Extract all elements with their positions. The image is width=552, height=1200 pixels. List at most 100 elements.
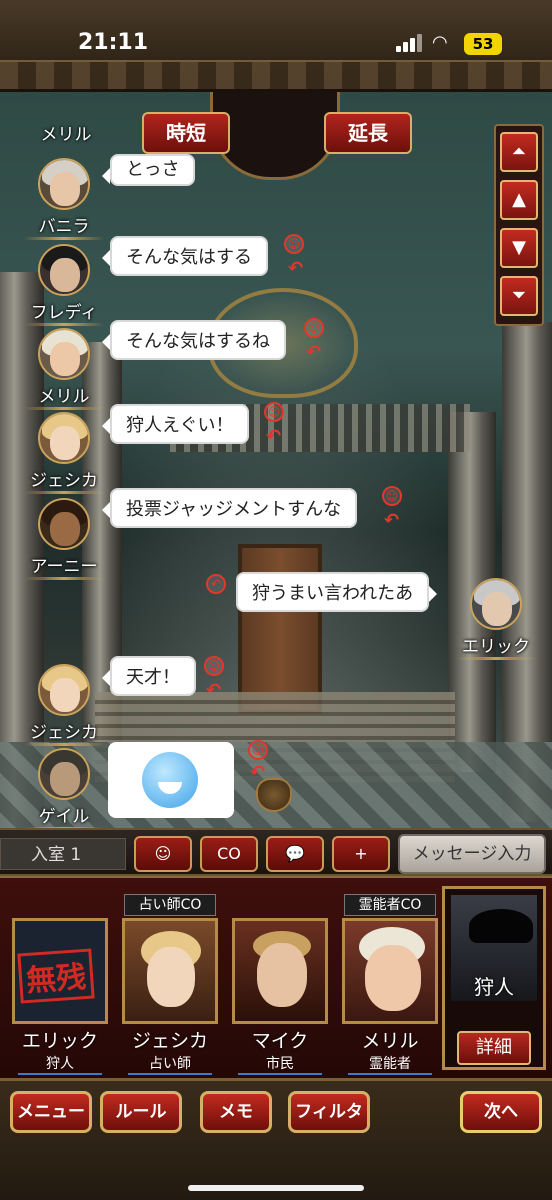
player-card[interactable]: - 無残 エリック 狩人 (8, 894, 112, 1075)
chat-speaker[interactable]: バニラ (16, 158, 112, 240)
reaction-icon[interactable]: ☺ (382, 486, 402, 506)
co-button[interactable]: CO (200, 836, 258, 872)
chat-bubble: 投票ジャッジメントすんな (101, 488, 358, 528)
scroll-bottom-icon[interactable]: ⏷ (500, 276, 538, 316)
avatar (470, 578, 522, 630)
avatar (38, 328, 90, 380)
chat-speaker[interactable]: アーニー (16, 498, 112, 580)
player-name: エリック (21, 1030, 98, 1052)
smiling-face-stamp-icon (142, 752, 198, 808)
self-role: 狩人 (474, 975, 514, 999)
speaker-name: フレディ (30, 303, 98, 323)
add-message-icon: + (354, 844, 368, 863)
chat-speaker[interactable]: ジェシカ (16, 664, 112, 746)
player-portrait (122, 918, 218, 1024)
speech-button[interactable]: 💬 (266, 836, 324, 872)
memo-button[interactable]: メモ (200, 1091, 272, 1133)
scroll-top-icon[interactable]: ⏶ (500, 132, 538, 172)
player-portrait (342, 918, 438, 1024)
add-message-button[interactable]: + (332, 836, 390, 872)
top-ornament (0, 60, 552, 92)
speaker-name: ジェシカ (30, 723, 98, 743)
reply-icon[interactable]: ↶ (384, 510, 399, 531)
co-tag: 占い師CO (124, 894, 216, 916)
stamp-bubble (108, 742, 234, 818)
reaction-icon[interactable]: ↶ (206, 574, 226, 594)
player-card[interactable]: 占い師CO ジェシカ 占い師 (118, 894, 222, 1075)
status-bar: 21:11 ◠ 53 (0, 0, 552, 92)
speaker-name: バニラ (38, 217, 90, 237)
player-portrait (232, 918, 328, 1024)
home-indicator[interactable] (188, 1185, 364, 1191)
speaker-name: ジェシカ (30, 471, 98, 491)
reply-icon[interactable]: ↶ (288, 258, 303, 279)
player-portrait: 無残 (12, 918, 108, 1024)
avatar (38, 498, 90, 550)
player-name: ジェシカ (131, 1030, 208, 1052)
avatar (38, 244, 90, 296)
room-count: 入室 1 (0, 838, 126, 870)
reaction-icon[interactable]: ☺ (204, 656, 224, 676)
speaker-name: エリック (462, 637, 530, 657)
chat-bubble: そんな気はする (102, 236, 268, 276)
avatar (38, 412, 90, 464)
chat-speaker[interactable]: ジェシカ (16, 412, 112, 494)
shorten-button[interactable]: 時短 (142, 112, 230, 154)
chat-bubble: 天才！ (102, 656, 196, 696)
chat-bubble: 狩うまい言われたあ (236, 572, 438, 612)
battery-badge: 53 (464, 33, 502, 55)
chat-speaker[interactable]: メリル (18, 118, 114, 145)
scroll-up-icon[interactable]: ▲ (500, 180, 538, 220)
player-card[interactable]: 霊能者CO メリル 霊能者 (338, 894, 442, 1075)
wolf-emblem-icon (256, 778, 292, 812)
speaker-name: メリル (40, 125, 92, 145)
wifi-icon: ◠ (432, 32, 448, 53)
scroll-down-icon[interactable]: ▼ (500, 228, 538, 268)
player-role: 占い師 (128, 1053, 212, 1075)
player-role: 市民 (238, 1053, 322, 1075)
action-bar: 入室 1 ☺ CO 💬 + メッセージ入力 (0, 828, 552, 876)
chat-speaker[interactable]: メリル (16, 328, 112, 410)
avatar (38, 158, 90, 210)
speaker-name: ゲイル (38, 807, 90, 827)
reaction-icon[interactable]: ☺ (264, 402, 284, 422)
chat-bubble: 狩人えぐい！ (101, 404, 250, 444)
clock: 21:11 (78, 30, 149, 55)
emote-button[interactable]: ☺ (134, 836, 192, 872)
speech-bubble-icon: 💬 (285, 844, 305, 863)
reply-icon[interactable]: ↶ (206, 680, 221, 701)
extend-button[interactable]: 延長 (324, 112, 412, 154)
menu-button[interactable]: メニュー (10, 1091, 92, 1133)
scroll-controls: ⏶ ▲ ▼ ⏷ (494, 124, 544, 326)
smile-icon: ☺ (154, 844, 172, 863)
player-role: 霊能者 (348, 1053, 432, 1075)
signal-icon (396, 34, 422, 52)
reaction-icon[interactable]: ☺ (304, 318, 324, 338)
message-input-button[interactable]: メッセージ入力 (398, 834, 546, 874)
co-tag: 霊能者CO (344, 894, 436, 916)
chat-speaker[interactable]: エリック (448, 578, 544, 660)
reply-icon[interactable]: ↶ (306, 342, 321, 363)
chat-speaker[interactable]: ゲイル (16, 748, 112, 830)
avatar (38, 664, 90, 716)
player-card[interactable]: - マイク 市民 (228, 894, 332, 1075)
rule-button[interactable]: ルール (100, 1091, 182, 1133)
avatar (38, 748, 90, 800)
player-name: メリル (361, 1030, 419, 1052)
speaker-name: アーニー (30, 557, 98, 577)
bottom-nav: メニュー ルール メモ フィルタ 次へ (0, 1078, 552, 1200)
self-role-card[interactable]: 狩人 詳細 (442, 886, 546, 1070)
reply-icon[interactable]: ↶ (266, 426, 281, 447)
chat-speaker[interactable]: フレディ (16, 244, 112, 326)
filter-button[interactable]: フィルタ (288, 1091, 370, 1133)
next-button[interactable]: 次へ (460, 1091, 542, 1133)
player-name: マイク (251, 1030, 309, 1052)
chat-bubble: そんな気はするね (102, 320, 286, 360)
detail-button[interactable]: 詳細 (457, 1031, 531, 1065)
dead-overlay: 無残 (15, 921, 105, 1021)
player-role: 狩人 (18, 1053, 102, 1075)
door (238, 544, 322, 714)
reaction-icon[interactable]: ☺ (284, 234, 304, 254)
reaction-icon[interactable]: ☺ (248, 740, 268, 760)
speaker-name: メリル (38, 387, 90, 407)
